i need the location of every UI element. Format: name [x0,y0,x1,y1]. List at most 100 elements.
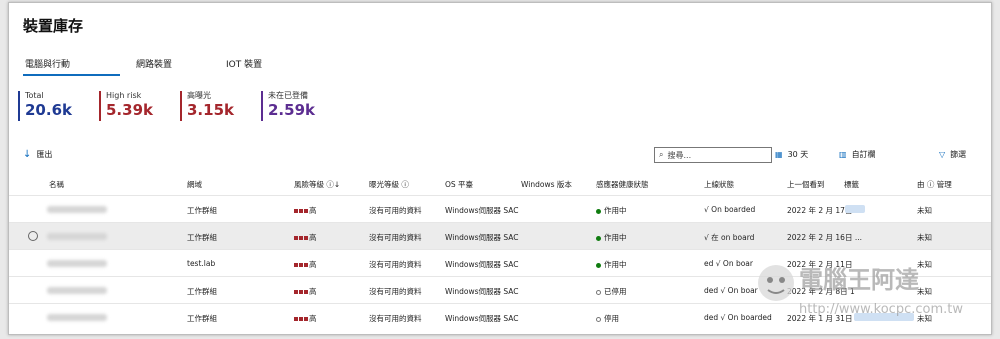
device-name-redacted [47,260,107,267]
risk-bar-icon [299,263,303,267]
export-label: 匯出 [36,150,53,159]
cell-domain: 工作群組 [187,314,217,323]
export-button[interactable]: ↓ 匯出 [23,149,52,160]
risk-bar-icon [294,317,298,321]
health-label: 已停用 [604,287,627,296]
health-label: 作用中 [604,260,627,269]
cell-risk: 高 [294,286,317,297]
table-row[interactable]: 工作群組 高 沒有可用的資料 Windows伺服器 SAC 作用中 √ On b… [9,195,991,222]
calendar-icon: ▦ [775,150,783,159]
risk-label: 高 [309,260,317,269]
row-select-radio[interactable] [28,231,38,241]
cell-managed-by: 未知 [917,233,932,242]
risk-bar-icon [299,317,303,321]
header-exposure-level[interactable]: 曝光等級 ⓘ [369,179,409,190]
watermark-logo: 電腦王阿達 http://www.kocpc.com.tw [758,265,963,317]
disabled-status-icon [596,289,601,295]
active-status-icon [596,235,601,241]
cell-onboarding: ded √ On boar [704,286,758,295]
active-tab-indicator [23,74,120,76]
stat-high-exposure[interactable]: 高曝光 3.15k [180,91,234,121]
stat-not-onboarded-value: 2.59k [268,101,315,119]
risk-bar-icon [304,236,308,240]
page-title: 裝置庫存 [23,17,84,35]
cell-onboarding: √ 在 on board [704,233,755,242]
cell-exposure: 沒有可用的資料 [369,314,422,323]
cell-risk: 高 [294,313,317,324]
search-input[interactable]: ⌕ 搜尋... [654,147,772,163]
header-last-seen[interactable]: 上一個看到 [787,179,825,190]
cell-exposure: 沒有可用的資料 [369,206,422,215]
health-label: 作用中 [604,233,627,242]
cell-health: 停用 [596,313,619,324]
header-managed-by[interactable]: 由 ⓘ 管理 [917,179,952,190]
risk-bar-icon [304,263,308,267]
stat-not-onboarded[interactable]: 未在已登備 2.59k [261,91,315,121]
date-range-label: 30 天 [787,150,809,159]
columns-icon: ▥ [839,150,847,159]
search-icon: ⌕ [659,150,664,159]
cell-health: 作用中 [596,259,627,270]
header-domain[interactable]: 網域 [187,179,202,190]
header-sensor-health[interactable]: 感應器健康狀態 [596,179,649,190]
date-range-button[interactable]: ▦ 30 天 [775,149,808,160]
risk-bar-icon [304,290,308,294]
header-risk-level[interactable]: 風險等級 ⓘ↓ [294,179,340,190]
device-name-redacted [47,314,107,321]
filter-button[interactable]: ▽ 篩選 [939,149,966,160]
cell-risk: 高 [294,232,317,243]
risk-bar-icon [304,317,308,321]
cell-risk: 高 [294,259,317,270]
header-name[interactable]: 名稱 [49,179,64,190]
header-tags[interactable]: 標籤 [844,179,859,190]
header-os-platform[interactable]: OS 平臺 [445,179,473,190]
risk-bar-icon [294,236,298,240]
filter-icon: ▽ [939,150,946,159]
cell-domain: 工作群組 [187,206,217,215]
cell-os: Windows伺服器 SAC [445,260,519,269]
stat-high-risk[interactable]: High risk 5.39k [99,91,153,121]
header-windows-version[interactable]: Windows 版本 [521,179,572,190]
stat-total[interactable]: Total 20.6k [18,91,72,121]
risk-label: 高 [309,314,317,323]
tag-redacted [845,205,865,213]
cell-onboarding: √ On boarded [704,205,756,214]
tab-computers-mobile[interactable]: 電腦與行動 [25,57,70,70]
cell-os: Windows伺服器 SAC [445,314,519,323]
risk-bar-icon [294,209,298,213]
cell-domain: test.lab [187,259,216,268]
active-status-icon [596,262,601,268]
stat-high-exposure-value: 3.15k [187,101,234,119]
cell-exposure: 沒有可用的資料 [369,233,422,242]
tab-network-devices[interactable]: 網路裝置 [136,57,172,70]
cell-exposure: 沒有可用的資料 [369,287,422,296]
risk-bar-icon [299,209,303,213]
tab-iot-devices[interactable]: IOT 裝置 [226,57,262,70]
disabled-status-icon [596,316,601,322]
device-name-redacted [47,206,107,213]
health-label: 停用 [604,314,619,323]
active-status-icon [596,208,601,214]
customize-columns-button[interactable]: ▥ 自訂欄 [839,149,876,160]
cell-domain: 工作群組 [187,233,217,242]
header-onboarding-status[interactable]: 上線狀態 [704,179,734,190]
cell-os: Windows伺服器 SAC [445,287,519,296]
stat-high-risk-value: 5.39k [106,101,153,119]
risk-bar-icon [299,236,303,240]
stat-total-value: 20.6k [25,101,72,119]
watermark-title: 電腦王阿達 [799,266,919,294]
stat-high-risk-label: High risk [106,91,142,100]
risk-label: 高 [309,287,317,296]
cell-risk: 高 [294,205,317,216]
cell-onboarding: ed √ On boar [704,259,753,268]
cell-health: 作用中 [596,205,627,216]
cell-managed-by: 未知 [917,206,932,215]
risk-bar-icon [304,209,308,213]
cell-domain: 工作群組 [187,287,217,296]
risk-bar-icon [294,290,298,294]
cell-exposure: 沒有可用的資料 [369,260,422,269]
watermark-url: http://www.kocpc.com.tw [799,302,963,317]
cell-os: Windows伺服器 SAC [445,233,519,242]
health-label: 作用中 [604,206,627,215]
download-icon: ↓ [23,149,32,160]
